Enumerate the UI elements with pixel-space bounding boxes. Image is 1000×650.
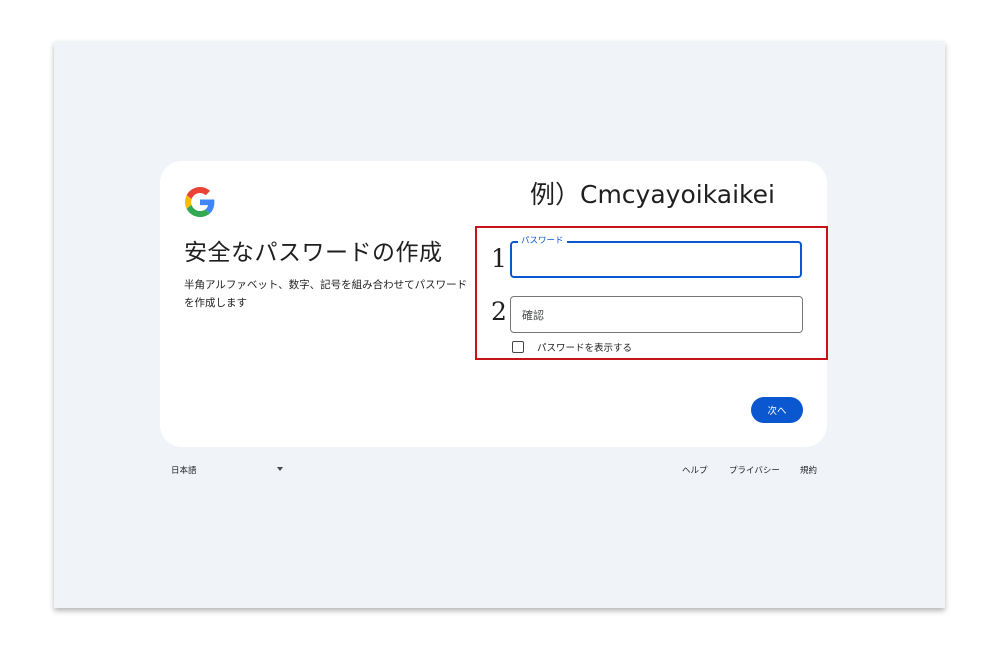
terms-link[interactable]: 規約: [800, 464, 817, 476]
google-g-logo-icon: [185, 187, 215, 217]
confirm-password-field[interactable]: 確認: [510, 296, 803, 333]
confirm-field-placeholder: 確認: [522, 309, 544, 322]
password-field-label: パスワード: [518, 235, 567, 247]
next-button[interactable]: 次へ: [751, 397, 803, 423]
language-selector[interactable]: 日本語: [171, 464, 197, 476]
show-password-checkbox[interactable]: [512, 341, 524, 353]
help-link[interactable]: ヘルプ: [682, 464, 708, 476]
chevron-down-icon[interactable]: [277, 467, 283, 471]
privacy-link[interactable]: プライバシー: [729, 464, 780, 476]
password-field[interactable]: パスワード: [510, 235, 802, 278]
page-title: 安全なパスワードの作成: [184, 240, 443, 266]
step-marker-2: 2: [491, 297, 507, 326]
show-password-label[interactable]: パスワードを表示する: [537, 340, 632, 354]
example-password-annotation: 例）Cmcyayoikaikei: [530, 180, 775, 209]
page-description: 半角アルファベット、数字、記号を組み合わせてパスワードを作成します: [184, 279, 468, 309]
step-marker-1: 1: [491, 244, 507, 273]
